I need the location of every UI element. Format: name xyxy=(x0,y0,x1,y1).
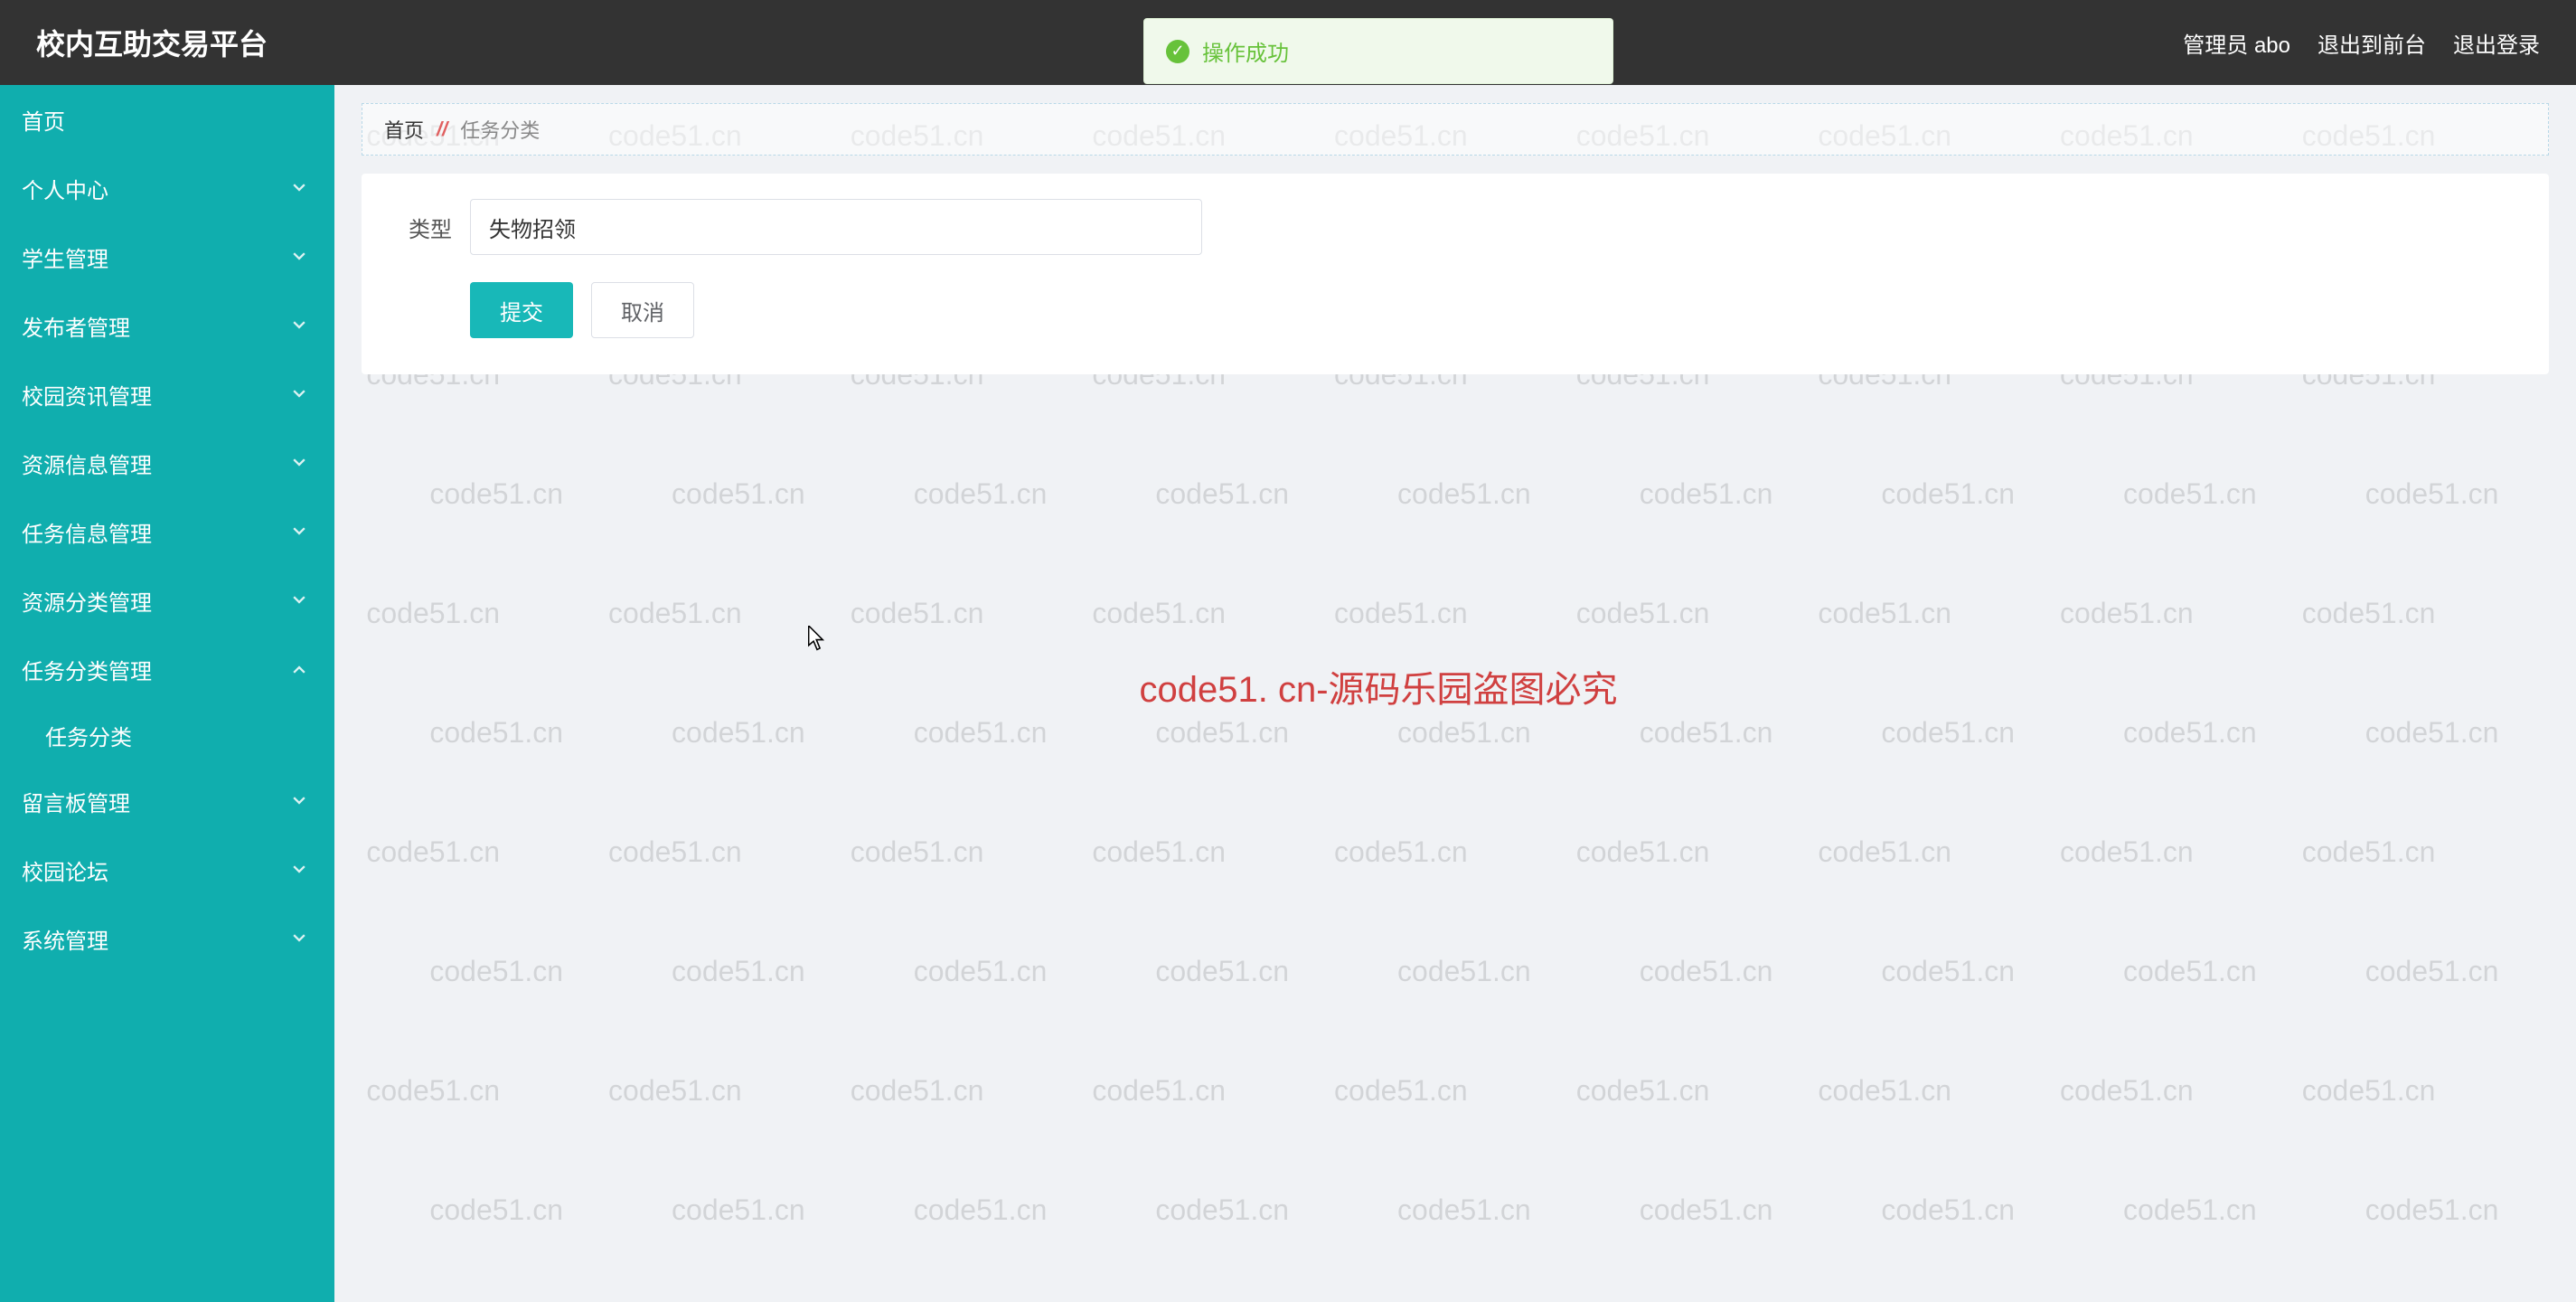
app-title: 校内互助交易平台 xyxy=(36,22,268,63)
breadcrumb-current: 任务分类 xyxy=(460,115,540,144)
type-label: 类型 xyxy=(398,212,452,243)
header-right: 管理员 abo 退出到前台 退出登录 xyxy=(2183,27,2540,59)
exit-to-front-link[interactable]: 退出到前台 xyxy=(2317,27,2426,59)
sidebar-subitem-label: 任务分类 xyxy=(45,720,132,751)
chevron-down-icon xyxy=(291,930,307,947)
sidebar-item-label: 学生管理 xyxy=(22,241,108,273)
chevron-down-icon xyxy=(291,793,307,809)
chevron-down-icon xyxy=(291,180,307,196)
sidebar-item-label: 留言板管理 xyxy=(22,786,130,817)
form-actions: 提交 取消 xyxy=(470,282,2513,338)
breadcrumb: 首页 // 任务分类 xyxy=(362,103,2549,156)
sidebar-item-personal[interactable]: 个人中心 xyxy=(0,154,334,222)
sidebar-item-message-board[interactable]: 留言板管理 xyxy=(0,767,334,835)
sidebar-item-resource-info[interactable]: 资源信息管理 xyxy=(0,429,334,497)
chevron-down-icon xyxy=(291,524,307,540)
form-row-type: 类型 xyxy=(398,199,2513,255)
toast-message: 操作成功 xyxy=(1202,35,1289,67)
sidebar-item-student[interactable]: 学生管理 xyxy=(0,222,334,291)
sidebar-item-label: 资源信息管理 xyxy=(22,448,152,479)
chevron-down-icon xyxy=(291,386,307,402)
sidebar-item-label: 系统管理 xyxy=(22,923,108,955)
check-icon: ✓ xyxy=(1166,40,1189,63)
sidebar-item-system[interactable]: 系统管理 xyxy=(0,904,334,973)
sidebar-item-label: 发布者管理 xyxy=(22,310,130,342)
logout-link[interactable]: 退出登录 xyxy=(2453,27,2540,59)
chevron-down-icon xyxy=(291,317,307,334)
sidebar-subitem-task-category[interactable]: 任务分类 xyxy=(0,703,334,767)
chevron-down-icon xyxy=(291,592,307,609)
sidebar-item-label: 任务分类管理 xyxy=(22,654,152,685)
chevron-down-icon xyxy=(291,455,307,471)
sidebar-item-label: 校园资讯管理 xyxy=(22,379,152,410)
sidebar-item-label: 首页 xyxy=(22,104,65,136)
chevron-up-icon xyxy=(291,661,307,677)
breadcrumb-separator: // xyxy=(437,118,447,141)
watermark-center-text: code51. cn-源码乐园盗图必究 xyxy=(1139,660,1617,712)
sidebar-item-label: 任务信息管理 xyxy=(22,516,152,548)
user-label[interactable]: 管理员 abo xyxy=(2183,27,2290,59)
breadcrumb-home[interactable]: 首页 xyxy=(384,115,424,144)
sidebar-item-label: 校园论坛 xyxy=(22,854,108,886)
success-toast: ✓ 操作成功 xyxy=(1143,18,1613,84)
sidebar-item-label: 资源分类管理 xyxy=(22,585,152,617)
chevron-down-icon xyxy=(291,862,307,878)
sidebar-item-forum[interactable]: 校园论坛 xyxy=(0,835,334,904)
sidebar-item-task-category[interactable]: 任务分类管理 xyxy=(0,635,334,703)
form-panel: 类型 提交 取消 xyxy=(362,174,2549,374)
sidebar-item-resource-category[interactable]: 资源分类管理 xyxy=(0,566,334,635)
sidebar-item-home[interactable]: 首页 xyxy=(0,85,334,154)
submit-button[interactable]: 提交 xyxy=(470,282,573,338)
sidebar-item-news[interactable]: 校园资讯管理 xyxy=(0,360,334,429)
sidebar: 首页 个人中心 学生管理 发布者管理 校园资讯管理 资源信息管理 任务信息管理 … xyxy=(0,85,334,1302)
sidebar-item-publisher[interactable]: 发布者管理 xyxy=(0,291,334,360)
sidebar-item-label: 个人中心 xyxy=(22,173,108,204)
cancel-button[interactable]: 取消 xyxy=(591,282,694,338)
chevron-down-icon xyxy=(291,249,307,265)
type-input[interactable] xyxy=(470,199,1202,255)
sidebar-item-task-info[interactable]: 任务信息管理 xyxy=(0,497,334,566)
